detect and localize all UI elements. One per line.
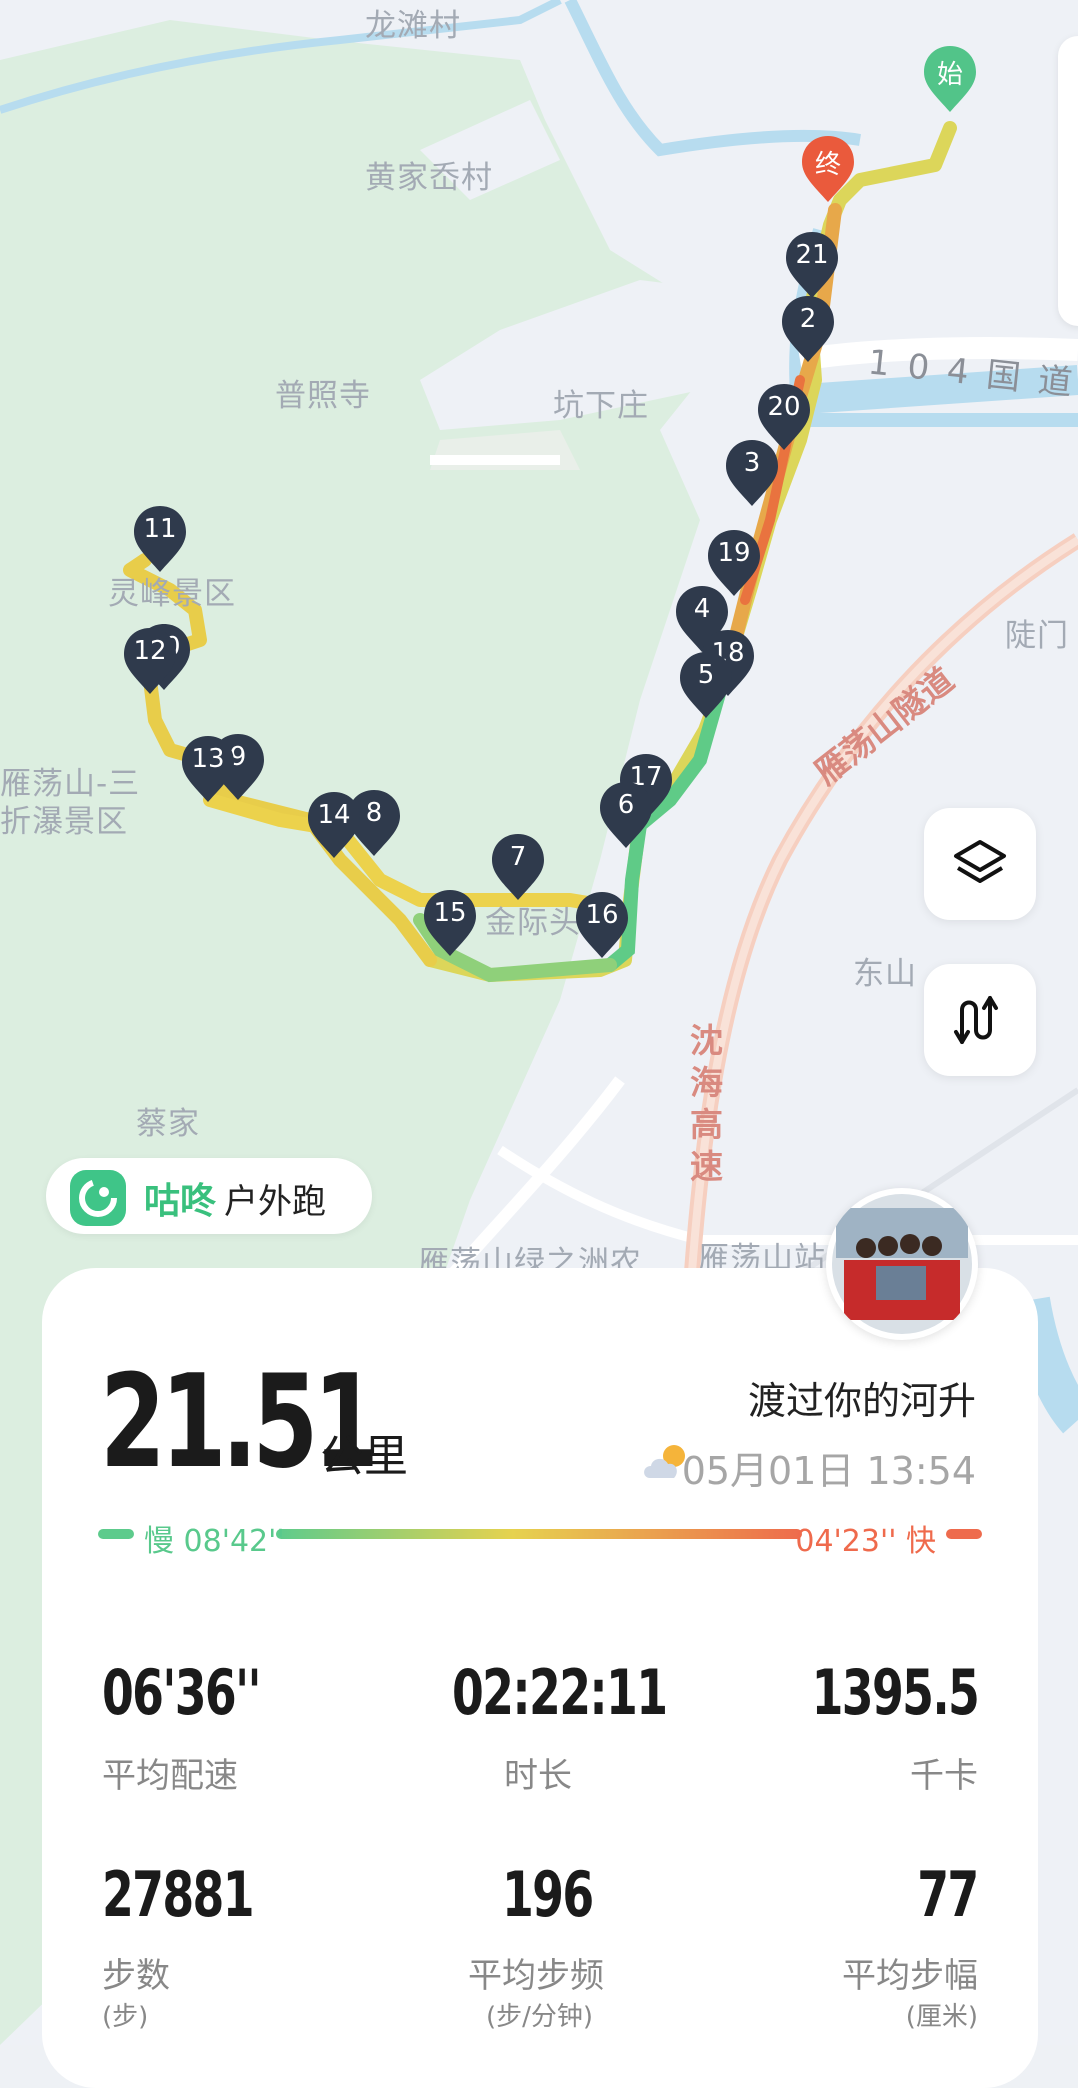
map-label: 黄家岙村 <box>365 160 493 196</box>
km-marker-label: 14 <box>317 800 351 830</box>
distance-unit: 公里 <box>320 1431 408 1482</box>
km-marker[interactable]: 16 <box>574 890 630 960</box>
route-toggle-button[interactable] <box>924 964 1036 1076</box>
cadence-label: 平均步频 <box>468 1956 604 1996</box>
km-marker-label: 19 <box>717 538 751 568</box>
map-label: 东山 <box>853 956 917 992</box>
activity-datetime: 05月01日 13:54 <box>681 1449 976 1493</box>
pace-legend: 慢 08'42'' 04'23'' 快 <box>98 1516 982 1559</box>
km-marker-label: 3 <box>743 448 761 478</box>
calories-value: 1395.5 <box>811 1656 979 1729</box>
steps-unit: (步) <box>102 2002 149 2032</box>
avg-pace-label: 平均配速 <box>102 1756 238 1796</box>
app-logo-icon <box>70 1170 126 1226</box>
km-marker-label: 11 <box>143 514 177 544</box>
end-marker[interactable]: 终 <box>800 134 856 204</box>
map-label: 普照寺 <box>275 378 371 414</box>
km-marker[interactable]: 21 <box>784 230 840 300</box>
km-marker-label: 2 <box>799 304 817 334</box>
map-layers-button[interactable] <box>924 808 1036 920</box>
map-label: 蔡家 <box>136 1106 200 1142</box>
calories-label: 千卡 <box>910 1756 978 1796</box>
cadence-unit: (步/分钟) <box>486 2002 594 2032</box>
stride-label: 平均步幅 <box>842 1956 978 1996</box>
km-marker-label: 4 <box>693 594 711 624</box>
km-marker[interactable]: 6 <box>598 780 654 850</box>
duration-value: 02:22:11 <box>452 1656 668 1729</box>
km-marker-label: 15 <box>433 898 467 928</box>
side-panel-edge[interactable] <box>1058 36 1078 326</box>
end-marker-label: 终 <box>814 150 841 180</box>
avatar[interactable] <box>826 1188 978 1340</box>
duration-label: 时长 <box>504 1756 572 1796</box>
avg-pace-value: 06'36'' <box>102 1656 261 1729</box>
km-marker[interactable]: 13 <box>180 734 236 804</box>
km-marker[interactable]: 11 <box>132 504 188 574</box>
map-label: 龙滩村 <box>365 8 461 44</box>
steps-label: 步数 <box>102 1956 170 1996</box>
start-marker-label: 始 <box>936 60 963 90</box>
km-marker-label: 20 <box>767 392 801 422</box>
layers-icon <box>954 840 1006 883</box>
km-marker[interactable]: 2 <box>780 294 836 364</box>
activity-type: 户外跑 <box>224 1182 326 1222</box>
km-marker-label: 5 <box>697 660 715 690</box>
km-marker-label: 6 <box>617 790 635 820</box>
stride-value: 77 <box>917 1858 980 1931</box>
km-marker[interactable]: 15 <box>422 888 478 958</box>
km-marker-label: 12 <box>133 636 167 666</box>
expressway-label: 沈海高速 <box>690 1021 723 1186</box>
km-marker[interactable]: 7 <box>490 832 546 902</box>
brand-name: 咕咚 <box>144 1181 217 1222</box>
user-name: 渡过你的河升 <box>747 1379 976 1423</box>
brand-badge: 咕咚 户外跑 <box>46 1158 372 1234</box>
pace-fast-label: 04'23'' 快 <box>795 1524 936 1559</box>
km-marker-label: 7 <box>509 842 527 872</box>
km-marker-label: 21 <box>795 240 829 270</box>
km-marker[interactable]: 14 <box>306 790 362 860</box>
map-label: 折瀑景区 <box>0 804 128 840</box>
map-label: 坑下庄 <box>553 388 649 424</box>
route-icon <box>954 996 998 1044</box>
steps-value: 27881 <box>102 1858 255 1931</box>
km-marker[interactable]: 3 <box>724 438 780 508</box>
km-marker[interactable]: 12 <box>122 626 178 696</box>
km-marker-label: 16 <box>585 900 619 930</box>
map-label: 灵峰景区 <box>108 576 236 612</box>
stride-unit: (厘米) <box>905 2002 978 2032</box>
pace-slow-label: 慢 08'42'' <box>144 1524 285 1559</box>
map-label: 陡门 <box>1005 618 1069 654</box>
km-marker[interactable]: 5 <box>678 650 734 720</box>
cadence-value: 196 <box>502 1858 594 1931</box>
start-marker[interactable]: 始 <box>922 44 978 114</box>
km-marker-label: 13 <box>191 744 225 774</box>
map-label: 金际头 <box>485 905 581 941</box>
